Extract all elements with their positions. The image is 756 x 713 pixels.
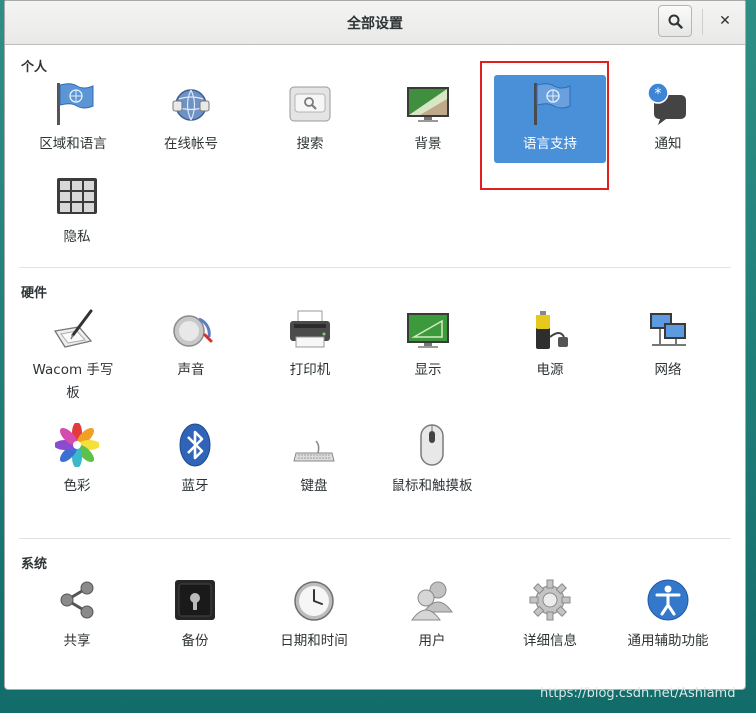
sound-icon	[173, 315, 213, 347]
settings-item-privacy[interactable]: 隐私	[21, 168, 133, 258]
mouse-icon	[420, 424, 444, 466]
settings-item-label: 通用辅助功能	[627, 633, 709, 649]
settings-item-label: 色彩	[63, 478, 91, 494]
settings-item-wacom-tablet[interactable]: Wacom 手写板	[17, 301, 129, 407]
settings-item-accessibility[interactable]: 通用辅助功能	[612, 572, 724, 662]
share-icon	[60, 581, 94, 619]
close-button[interactable]: ✕	[709, 5, 741, 37]
settings-item-label: 显示	[414, 362, 442, 378]
color-icon	[55, 423, 99, 467]
settings-window: 全部设置 ✕ 个人 区域和语言 在线帐号 搜索 背景 语言支持 * 通知 隐私 …	[4, 0, 746, 690]
gear-icon	[529, 579, 571, 621]
settings-item-label: 电源	[536, 362, 564, 378]
power-icon	[536, 311, 568, 349]
settings-item-label: 区域和语言	[39, 136, 107, 152]
bluetooth-icon	[179, 423, 211, 467]
settings-item-printer[interactable]: 打印机	[254, 301, 366, 391]
backup-safe-icon	[175, 580, 215, 620]
settings-item-label: 通知	[654, 136, 682, 152]
settings-item-display[interactable]: 显示	[372, 301, 484, 391]
section-divider	[19, 538, 731, 539]
online-accounts-icon	[172, 89, 210, 121]
settings-item-users[interactable]: 用户	[376, 572, 488, 662]
settings-item-label: 键盘	[300, 478, 328, 494]
search-button[interactable]	[658, 5, 692, 37]
section-label-personal: 个人	[21, 60, 48, 75]
settings-item-label: 网络	[654, 362, 682, 378]
settings-item-backup[interactable]: 备份	[139, 572, 251, 662]
settings-item-label: 打印机	[289, 362, 331, 378]
wacom-tablet-icon	[53, 309, 93, 348]
settings-item-network[interactable]: 网络	[612, 301, 724, 391]
settings-item-label: 鼠标和触摸板	[391, 478, 473, 494]
settings-item-keyboard[interactable]: 键盘	[258, 417, 370, 507]
section-divider	[19, 267, 731, 268]
clock-icon	[294, 581, 334, 621]
settings-item-label: 在线帐号	[164, 136, 218, 152]
display-icon	[407, 313, 449, 348]
notification-icon: *	[647, 82, 686, 125]
window-title: 全部设置	[347, 16, 403, 32]
settings-item-color[interactable]: 色彩	[21, 417, 133, 507]
settings-item-search[interactable]: 搜索	[254, 75, 366, 165]
settings-item-mouse-touchpad[interactable]: 鼠标和触摸板	[376, 417, 488, 507]
settings-item-label: 备份	[181, 633, 209, 649]
section-label-hardware: 硬件	[21, 286, 48, 301]
svg-text:*: *	[655, 86, 662, 102]
watermark-text: https://blog.csdn.net/Ashiamd	[540, 686, 736, 701]
settings-item-region-language[interactable]: 区域和语言	[17, 75, 129, 165]
search-icon	[668, 14, 683, 29]
settings-item-label: 背景	[414, 136, 442, 152]
settings-item-label: 隐私	[63, 229, 91, 245]
background-icon	[407, 87, 449, 122]
annotation-highlight-box	[480, 61, 609, 190]
section-label-system: 系统	[21, 557, 48, 572]
search-settings-icon	[289, 86, 331, 122]
network-icon	[650, 313, 686, 346]
keyboard-icon	[293, 440, 335, 462]
settings-item-notifications[interactable]: * 通知	[612, 75, 724, 165]
accessibility-icon	[647, 579, 689, 621]
settings-item-label: 详细信息	[523, 633, 577, 649]
settings-item-bluetooth[interactable]: 蓝牙	[139, 417, 251, 507]
settings-item-background[interactable]: 背景	[372, 75, 484, 165]
settings-item-label: 搜索	[296, 136, 324, 152]
settings-item-label: 用户	[418, 633, 446, 649]
privacy-icon	[57, 178, 97, 214]
settings-item-details[interactable]: 详细信息	[494, 572, 606, 662]
printer-icon	[290, 310, 330, 348]
settings-item-sharing[interactable]: 共享	[21, 572, 133, 662]
settings-item-online-accounts[interactable]: 在线帐号	[135, 75, 247, 165]
settings-item-label: 声音	[177, 362, 205, 378]
header-separator	[702, 9, 703, 35]
settings-item-sound[interactable]: 声音	[135, 301, 247, 391]
settings-item-label: 蓝牙	[181, 478, 209, 494]
settings-item-label: Wacom 手写板	[32, 362, 114, 401]
settings-item-label: 共享	[63, 633, 91, 649]
users-icon	[411, 581, 453, 621]
settings-item-date-time[interactable]: 日期和时间	[258, 572, 370, 662]
close-icon: ✕	[719, 13, 731, 29]
flag-icon	[57, 83, 94, 125]
settings-item-label: 日期和时间	[280, 633, 348, 649]
settings-item-power[interactable]: 电源	[494, 301, 606, 391]
header-bar: 全部设置 ✕	[5, 1, 745, 45]
